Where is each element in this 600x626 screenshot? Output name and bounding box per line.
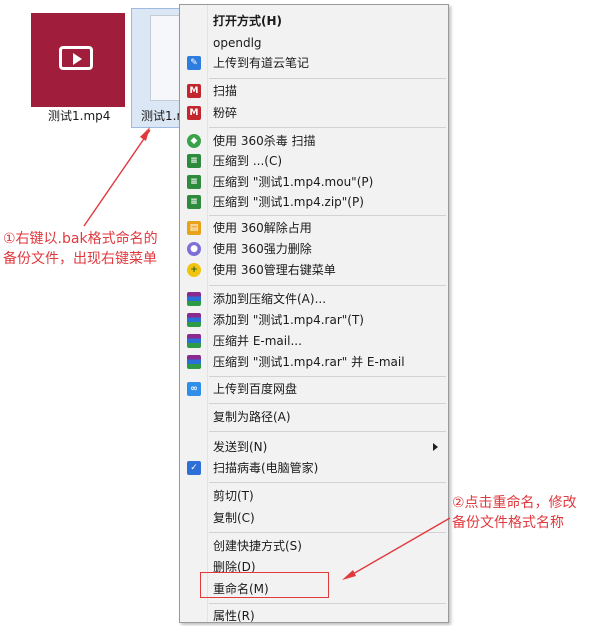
annotation-arrows (83, 127, 451, 580)
arrow-to-rename (342, 517, 451, 580)
arrow-to-file (83, 127, 151, 227)
